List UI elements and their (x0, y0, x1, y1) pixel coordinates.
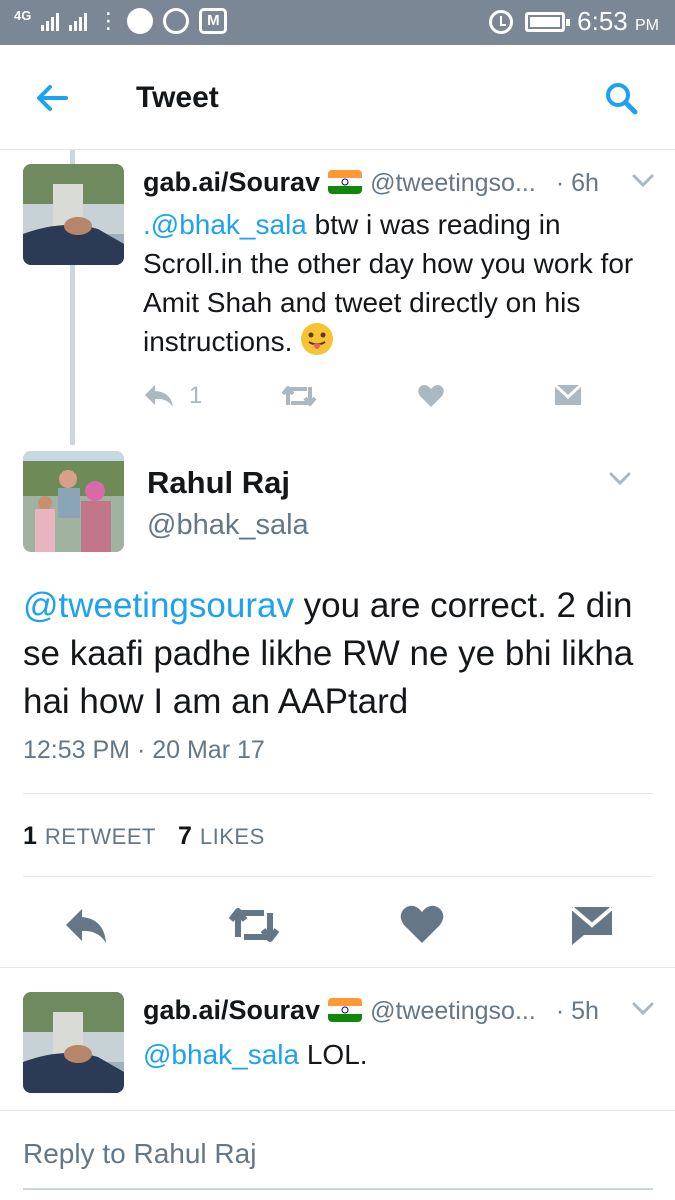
network-type: 4G (14, 7, 32, 23)
divider (23, 793, 653, 794)
gmail-icon: M (199, 8, 228, 34)
avatar-image (23, 164, 124, 265)
circle-icon (127, 8, 154, 34)
author-handle[interactable]: @tweetingso... (370, 169, 536, 198)
author-handle[interactable]: @bhak_sala (147, 509, 309, 542)
chevron-down-icon[interactable] (632, 174, 654, 188)
reply-icon (145, 385, 173, 407)
like-button[interactable] (392, 895, 452, 955)
reply-input[interactable]: Reply to Rahul Raj (23, 1138, 256, 1170)
retweet-button[interactable] (224, 895, 284, 955)
avatar[interactable] (23, 164, 124, 265)
tweet-time: · 6h (555, 169, 599, 197)
clock: 6:53 PM (577, 6, 659, 36)
battery-icon (525, 11, 571, 32)
chevron-down-icon[interactable] (609, 472, 631, 486)
tweet-stats: 1 RETWEET 7 LIKES (23, 822, 265, 851)
tweet-text: @tweetingsourav you are correct. 2 din s… (23, 586, 634, 721)
app-header: Tweet (0, 45, 675, 150)
mention-link[interactable]: @tweetingsourav (23, 586, 294, 625)
dm-button[interactable] (562, 895, 622, 955)
avatar-image (23, 992, 124, 1093)
page-title: Tweet (136, 81, 219, 114)
reply-button[interactable] (58, 895, 118, 955)
author-name[interactable]: gab.ai/Sourav (143, 167, 320, 198)
avatar[interactable] (23, 451, 124, 552)
divider (0, 1110, 675, 1111)
more-vert-icon: ⋮ (97, 8, 119, 33)
signal-icon (41, 11, 60, 31)
main-tweet-actions (0, 895, 675, 955)
back-button[interactable] (30, 75, 76, 121)
heart-icon (400, 905, 444, 943)
whatsapp-icon (163, 8, 190, 34)
reply-underline (23, 1188, 653, 1190)
reply-icon (66, 909, 106, 943)
avatar-image (23, 451, 124, 552)
alarm-icon (489, 9, 514, 34)
face-with-tongue-emoji (301, 323, 334, 355)
signal-icon (69, 11, 88, 31)
author-name[interactable]: gab.ai/Sourav (143, 995, 320, 1026)
india-flag-icon (328, 998, 363, 1022)
reply-count: 1 (189, 382, 203, 409)
india-flag-icon (328, 170, 363, 194)
author-handle[interactable]: @tweetingso... (370, 997, 536, 1026)
chevron-down-icon[interactable] (632, 1002, 654, 1016)
status-bar: 4G ⋮ M 6:53 PM (0, 0, 675, 45)
mention-link[interactable]: .@bhak_sala (143, 209, 307, 240)
retweet-stat[interactable]: 1 RETWEET (23, 822, 156, 851)
tweet-header: gab.ai/Sourav @tweetingso... · 5h (143, 995, 599, 1026)
retweet-icon (228, 908, 280, 942)
heart-icon (418, 385, 444, 407)
tweet-time: · 5h (555, 997, 599, 1025)
mention-link[interactable]: @bhak_sala (143, 1039, 299, 1070)
tweet-timestamp: 12:53 PM · 20 Mar 17 (23, 736, 265, 764)
tweet-actions: 1 (143, 378, 603, 414)
search-button[interactable] (598, 75, 644, 121)
tweet-text: @bhak_sala LOL. (143, 1039, 368, 1070)
search-icon (606, 83, 638, 115)
tweet-text: .@bhak_sala btw i was reading in Scroll.… (143, 209, 634, 357)
retweet-button[interactable] (281, 378, 317, 414)
divider (0, 967, 675, 968)
envelope-icon (570, 906, 614, 945)
dm-button[interactable] (553, 378, 583, 414)
envelope-icon (553, 383, 583, 405)
retweet-icon (281, 386, 317, 406)
divider (23, 876, 653, 877)
avatar[interactable] (23, 992, 124, 1093)
tweet-header: gab.ai/Sourav @tweetingso... · 6h (143, 167, 599, 198)
author-name[interactable]: Rahul Raj (147, 465, 290, 501)
reply-button[interactable]: 1 (143, 378, 202, 414)
likes-stat[interactable]: 7 LIKES (178, 822, 265, 851)
like-button[interactable] (417, 378, 445, 414)
arrow-left-icon (37, 85, 68, 111)
